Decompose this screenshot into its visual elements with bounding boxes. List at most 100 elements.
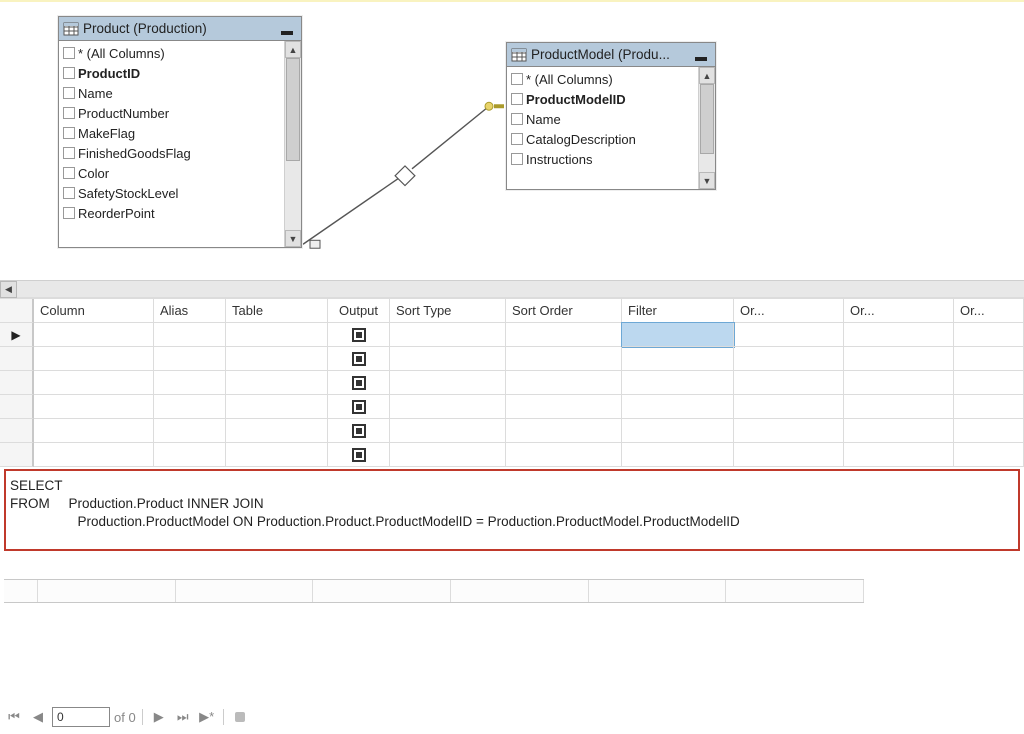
header-or2[interactable]: Or... xyxy=(844,299,954,323)
table-window-product[interactable]: Product (Production) * (All Columns) Pro… xyxy=(58,16,302,248)
cell-sorttype[interactable] xyxy=(390,323,506,347)
header-column[interactable]: Column xyxy=(34,299,154,323)
scroll-down-button[interactable]: ▼ xyxy=(285,230,301,247)
checkbox[interactable] xyxy=(511,133,523,145)
row-header[interactable] xyxy=(0,419,34,443)
table-titlebar-product[interactable]: Product (Production) xyxy=(59,17,301,41)
cell-or[interactable] xyxy=(844,323,954,347)
header-or3[interactable]: Or... xyxy=(954,299,1024,323)
header-sorttype[interactable]: Sort Type xyxy=(390,299,506,323)
checkbox[interactable] xyxy=(63,87,75,99)
cell-sortorder[interactable] xyxy=(506,323,622,347)
checkbox[interactable] xyxy=(63,67,75,79)
nav-next-button[interactable]: ▶ xyxy=(149,707,169,727)
checkbox[interactable] xyxy=(63,187,75,199)
cell-table[interactable] xyxy=(226,323,328,347)
criteria-row[interactable] xyxy=(0,371,1024,395)
nav-position-input[interactable] xyxy=(52,707,110,727)
checkbox[interactable] xyxy=(63,147,75,159)
column-list-productmodel[interactable]: * (All Columns) ProductModelID Name Cata… xyxy=(507,67,698,189)
criteria-row[interactable] xyxy=(0,419,1024,443)
checkbox[interactable] xyxy=(63,167,75,179)
checkbox[interactable] xyxy=(511,73,523,85)
cell-output[interactable] xyxy=(328,347,390,371)
cell-output[interactable] xyxy=(328,419,390,443)
cell-or[interactable] xyxy=(954,323,1024,347)
header-alias[interactable]: Alias xyxy=(154,299,226,323)
checkbox[interactable] xyxy=(63,207,75,219)
criteria-row[interactable] xyxy=(0,347,1024,371)
row-header[interactable] xyxy=(0,371,34,395)
row-header[interactable] xyxy=(0,443,34,467)
minimize-button[interactable] xyxy=(691,47,711,63)
checkbox[interactable] xyxy=(63,47,75,59)
nav-first-button[interactable]: ⏮ xyxy=(4,707,24,727)
output-checkbox[interactable] xyxy=(352,400,366,414)
output-checkbox[interactable] xyxy=(352,376,366,390)
scroll-track[interactable] xyxy=(285,58,301,230)
cell-or[interactable] xyxy=(734,323,844,347)
checkbox[interactable] xyxy=(63,107,75,119)
checkbox[interactable] xyxy=(63,127,75,139)
diagram-pane[interactable]: Product (Production) * (All Columns) Pro… xyxy=(0,0,1024,280)
scroll-thumb[interactable] xyxy=(700,84,714,154)
column-item-productid[interactable]: ProductID xyxy=(59,63,284,83)
header-or1[interactable]: Or... xyxy=(734,299,844,323)
nav-last-button[interactable]: ⏭ xyxy=(173,707,193,727)
checkbox[interactable] xyxy=(511,93,523,105)
cell-output[interactable] xyxy=(328,395,390,419)
scroll-up-button[interactable]: ▲ xyxy=(285,41,301,58)
cell-output[interactable] xyxy=(328,371,390,395)
column-item-catalogdescription[interactable]: CatalogDescription xyxy=(507,129,698,149)
cell-filter-active[interactable] xyxy=(622,323,734,347)
checkbox[interactable] xyxy=(511,153,523,165)
column-item-name[interactable]: Name xyxy=(507,109,698,129)
column-item-reorderpoint[interactable]: ReorderPoint xyxy=(59,203,284,223)
row-header[interactable] xyxy=(0,395,34,419)
cell-alias[interactable] xyxy=(154,323,226,347)
table-window-productmodel[interactable]: ProductModel (Produ... * (All Columns) P… xyxy=(506,42,716,190)
scroll-thumb[interactable] xyxy=(286,58,300,161)
row-header[interactable] xyxy=(0,347,34,371)
nav-stop-button[interactable] xyxy=(230,707,250,727)
scrollbar-vertical[interactable]: ▲ ▼ xyxy=(284,41,301,247)
column-list-product[interactable]: * (All Columns) ProductID Name ProductNu… xyxy=(59,41,284,247)
sql-pane[interactable]: SELECT FROM Production.Product INNER JOI… xyxy=(4,469,1020,551)
header-table[interactable]: Table xyxy=(226,299,328,323)
column-item-safetystocklevel[interactable]: SafetyStockLevel xyxy=(59,183,284,203)
diagram-h-scrollbar[interactable]: ◀ xyxy=(0,280,1024,297)
criteria-row[interactable] xyxy=(0,443,1024,467)
criteria-row[interactable] xyxy=(0,395,1024,419)
header-output[interactable]: Output xyxy=(328,299,390,323)
table-titlebar-productmodel[interactable]: ProductModel (Produ... xyxy=(507,43,715,67)
header-sortorder[interactable]: Sort Order xyxy=(506,299,622,323)
scrollbar-vertical[interactable]: ▲ ▼ xyxy=(698,67,715,189)
column-item-color[interactable]: Color xyxy=(59,163,284,183)
nav-prev-button[interactable]: ◀ xyxy=(28,707,48,727)
row-header[interactable]: ▶ xyxy=(0,323,34,347)
column-item-allcolumns[interactable]: * (All Columns) xyxy=(59,43,284,63)
column-item-name[interactable]: Name xyxy=(59,83,284,103)
scroll-down-button[interactable]: ▼ xyxy=(699,172,715,189)
output-checkbox[interactable] xyxy=(352,352,366,366)
criteria-row[interactable]: ▶ xyxy=(0,323,1024,347)
column-item-instructions[interactable]: Instructions xyxy=(507,149,698,169)
header-filter[interactable]: Filter xyxy=(622,299,734,323)
nav-new-button[interactable]: ▶* xyxy=(197,707,217,727)
cell-output[interactable] xyxy=(328,443,390,467)
column-item-finishedgoodsflag[interactable]: FinishedGoodsFlag xyxy=(59,143,284,163)
output-checkbox[interactable] xyxy=(352,448,366,462)
column-item-makeflag[interactable]: MakeFlag xyxy=(59,123,284,143)
output-checkbox[interactable] xyxy=(352,328,366,342)
scroll-track[interactable] xyxy=(699,84,715,172)
column-item-productnumber[interactable]: ProductNumber xyxy=(59,103,284,123)
criteria-pane[interactable]: Column Alias Table Output Sort Type Sort… xyxy=(0,297,1024,467)
cell-column[interactable] xyxy=(34,323,154,347)
cell-output[interactable] xyxy=(328,323,390,347)
column-item-productmodelid[interactable]: ProductModelID xyxy=(507,89,698,109)
output-checkbox[interactable] xyxy=(352,424,366,438)
scroll-up-button[interactable]: ▲ xyxy=(699,67,715,84)
scroll-left-button[interactable]: ◀ xyxy=(0,281,17,298)
checkbox[interactable] xyxy=(511,113,523,125)
record-navigator[interactable]: ⏮ ◀ of 0 ▶ ⏭ ▶* xyxy=(4,704,250,730)
